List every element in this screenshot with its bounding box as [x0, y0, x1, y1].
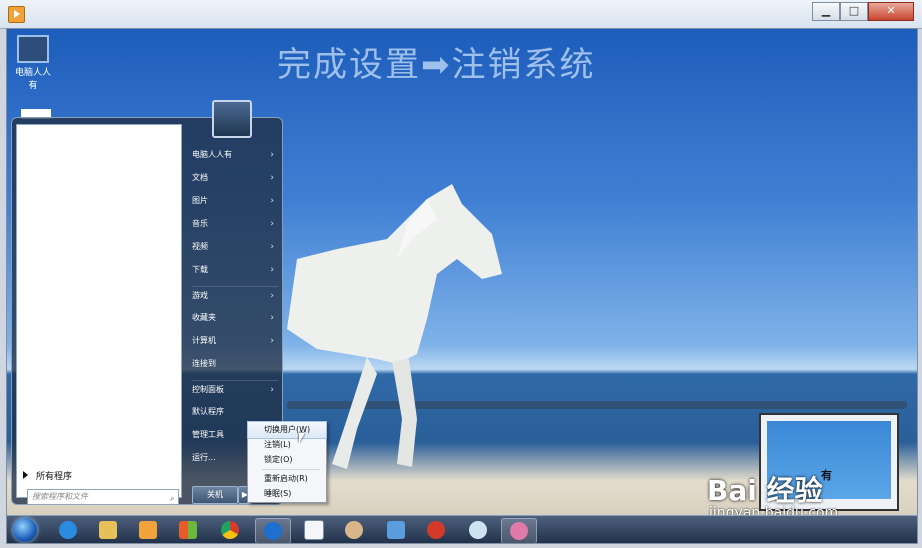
mouse-cursor-icon	[299, 433, 305, 443]
chevron-right-icon: ›	[270, 219, 274, 229]
chevron-right-icon: ›	[270, 196, 274, 206]
chevron-right-icon: ›	[270, 150, 274, 160]
search-placeholder: 搜索程序和文件	[32, 492, 88, 501]
menu-item-label: 游戏	[192, 291, 208, 300]
shutdown-button[interactable]: 关机	[192, 486, 238, 504]
taskbar	[7, 515, 917, 543]
menu-item-documents[interactable]: 文档 ›	[192, 169, 278, 187]
start-menu: 所有程序 搜索程序和文件 ⌕ 电脑人人有 › 文档 › 图片 › 音乐 › 视频 › 下载…	[11, 100, 283, 505]
overlay-title: 完成设置➡注销系统	[277, 45, 596, 85]
menu-item-lock[interactable]: 锁定(O)	[248, 452, 326, 468]
menu-item-user-folder[interactable]: 电脑人人有 ›	[192, 146, 278, 164]
player-titlebar: ▁ □ ✕	[0, 0, 922, 29]
menu-item-sleep[interactable]: 睡眠(S)	[248, 486, 326, 502]
menu-item-logoff[interactable]: 注销(L)	[248, 437, 326, 453]
menu-item-label: 默认程序	[192, 407, 224, 416]
chevron-right-icon: ›	[270, 291, 274, 301]
menu-item-downloads[interactable]: 下载 ›	[192, 261, 278, 279]
menu-item-label: 图片	[192, 196, 208, 205]
arrow-right-icon	[23, 471, 28, 479]
menu-item-label: 连接到	[192, 359, 216, 368]
menu-item-label: 电脑人人有	[192, 150, 232, 159]
baidu-watermark: Bai 经验	[707, 474, 823, 507]
chevron-right-icon: ›	[270, 265, 274, 275]
menu-item-label: 文档	[192, 173, 208, 182]
menu-separator	[262, 469, 320, 470]
qq-icon[interactable]	[255, 518, 291, 543]
menu-item-restart[interactable]: 重新启动(R)	[248, 471, 326, 487]
user-avatar[interactable]	[212, 100, 252, 138]
all-programs-label: 所有程序	[36, 472, 73, 482]
menu-item-default-programs[interactable]: 默认程序	[192, 403, 278, 421]
chevron-right-icon: ›	[270, 385, 274, 395]
desktop-icon-computer[interactable]: 电脑人人有	[11, 35, 55, 91]
menu-item-switch-user[interactable]: 切换用户(W)	[247, 421, 327, 439]
menu-item-label: 音乐	[192, 219, 208, 228]
menu-item-label: 视频	[192, 242, 208, 251]
menu-item-favorites[interactable]: 收藏夹 ›	[192, 309, 278, 327]
player-app-icon[interactable]	[8, 6, 25, 23]
paint-icon[interactable]	[337, 518, 371, 542]
menu-item-label: 运行...	[192, 453, 216, 462]
chevron-right-icon: ›	[270, 173, 274, 183]
chevron-right-icon: ›	[270, 313, 274, 323]
document-icon[interactable]	[297, 518, 331, 542]
computer-icon	[17, 35, 49, 63]
desktop-wallpaper: 完成设置➡注销系统 电脑人人有 有 Bai 经验 jingyan.baidu.c…	[7, 29, 917, 521]
menu-item-label: 计算机	[192, 336, 216, 345]
windows-flag-icon[interactable]	[171, 518, 205, 542]
maximize-button[interactable]: □	[840, 2, 868, 21]
menu-item-label: 下载	[192, 265, 208, 274]
start-orb-icon[interactable]	[13, 518, 37, 542]
gear-icon[interactable]	[461, 518, 495, 542]
menu-item-label: 控制面板	[192, 385, 224, 394]
all-programs-item[interactable]: 所有程序	[23, 469, 72, 482]
search-icon[interactable]: ⌕	[170, 492, 174, 506]
chevron-right-icon: ›	[270, 242, 274, 252]
minimize-button[interactable]: ▁	[812, 2, 840, 21]
video-frame: 完成设置➡注销系统 电脑人人有 有 Bai 经验 jingyan.baidu.c…	[6, 28, 918, 544]
media-player-icon[interactable]	[131, 518, 165, 542]
window-controls: ▁ □ ✕	[812, 2, 914, 21]
menu-item-pictures[interactable]: 图片 ›	[192, 192, 278, 210]
chess-icon[interactable]	[419, 518, 453, 542]
shutdown-submenu: 切换用户(W) 注销(L) 锁定(O) 重新启动(R) 睡眠(S)	[247, 421, 327, 503]
menu-item-computer[interactable]: 计算机 ›	[192, 332, 278, 350]
network-icon[interactable]	[379, 518, 413, 542]
close-button[interactable]: ✕	[868, 2, 914, 21]
menu-item-label: 收藏夹	[192, 313, 216, 322]
menu-item-videos[interactable]: 视频 ›	[192, 238, 278, 256]
menu-item-connect-to[interactable]: 连接到	[192, 355, 278, 373]
ie-icon[interactable]	[51, 518, 85, 542]
chrome-icon[interactable]	[213, 518, 247, 542]
search-input[interactable]: 搜索程序和文件 ⌕	[27, 489, 179, 505]
menu-item-games[interactable]: 游戏 ›	[192, 286, 278, 305]
start-menu-programs-pane: 所有程序 搜索程序和文件 ⌕	[16, 124, 182, 505]
desktop-icon-label: 电脑人人有	[14, 68, 51, 91]
chevron-right-icon: ›	[270, 336, 274, 346]
menu-item-label: 管理工具	[192, 430, 224, 439]
folder-icon[interactable]	[91, 518, 125, 542]
menu-item-music[interactable]: 音乐 ›	[192, 215, 278, 233]
menu-item-control-panel[interactable]: 控制面板 ›	[192, 380, 278, 399]
monkey-icon[interactable]	[501, 518, 537, 543]
